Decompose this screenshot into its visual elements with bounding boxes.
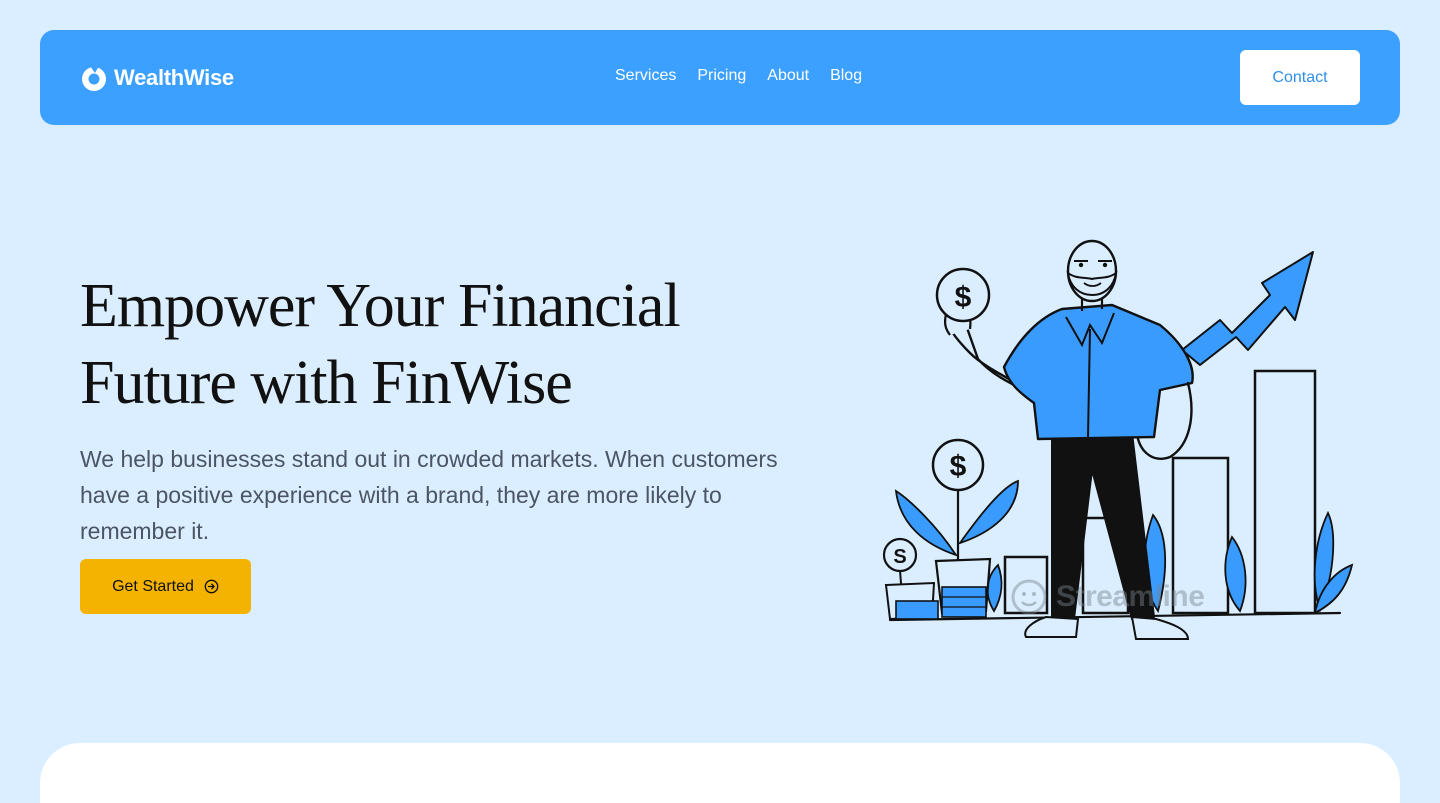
shirt [1002, 303, 1194, 441]
streamline-watermark: Streamline [1010, 578, 1205, 616]
watermark-text: Streamline [1056, 580, 1205, 613]
nav-link-services[interactable]: Services [615, 67, 676, 85]
hero-title-line-2: Future with FinWise [80, 349, 573, 417]
nav-link-blog[interactable]: Blog [830, 67, 862, 85]
navbar: WealthWise Services Pricing About Blog C… [40, 30, 1400, 125]
hero-title: Empower Your Financial Future with FinWis… [80, 268, 780, 422]
growth-arrow [1181, 251, 1314, 366]
chart-bar-4 [1253, 369, 1317, 615]
cash-stack [895, 600, 939, 620]
hero-title-line-1: Empower Your Financial [80, 272, 681, 340]
get-started-button[interactable]: Get Started [80, 559, 251, 614]
nav-link-pricing[interactable]: Pricing [697, 67, 746, 85]
left-shoe [1024, 615, 1080, 638]
brand-logo[interactable]: WealthWise [80, 63, 234, 93]
main-nav: Services Pricing About Blog [615, 67, 862, 85]
small-coin-symbol: S [893, 546, 906, 568]
right-shoe [1130, 615, 1190, 640]
contact-button[interactable]: Contact [1240, 50, 1360, 105]
nav-link-about[interactable]: About [767, 67, 809, 85]
next-section-card [40, 743, 1400, 803]
coin-symbol: $ [950, 450, 967, 483]
plant-leaf [957, 479, 1019, 545]
smiley-face-icon [1011, 579, 1047, 615]
brand-name: WealthWise [114, 65, 234, 90]
drop-logo-icon [82, 66, 106, 91]
get-started-label: Get Started [112, 577, 194, 595]
cash-stack [941, 586, 987, 618]
hero-subtitle: We help businesses stand out in crowded … [80, 446, 778, 544]
arrow-right-circle-icon [204, 579, 219, 594]
held-coin-symbol: $ [955, 281, 972, 314]
